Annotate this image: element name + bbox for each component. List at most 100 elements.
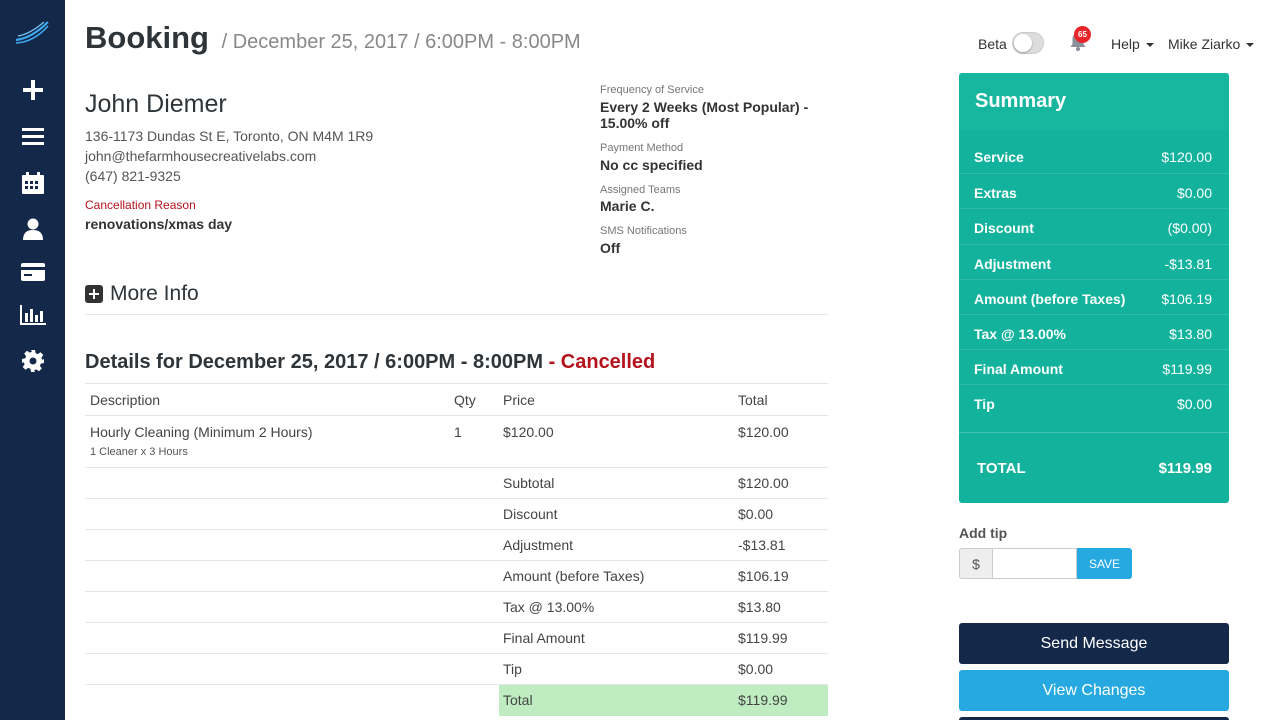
summary-row: Adjustment -$13.81 [959,243,1229,279]
chevron-down-icon [1246,43,1255,48]
assigned-teams-label: Assigned Teams [600,184,681,196]
summary-row-label: Amount (before Taxes) [974,290,1126,307]
summary-row-value: ($0.00) [1167,220,1212,237]
summary-row: Amount (before Taxes) $106.19 [959,278,1229,314]
item-price: $120.00 [503,424,554,440]
menu-icon [21,128,44,145]
sms-notifications-label: SMS Notifications [600,225,687,237]
summary-row-value: $119.99 [738,630,788,646]
add-tip-label: Add tip [959,525,1008,541]
payment-method-value: No cc specified [600,157,703,173]
more-info-label: More Info [110,282,199,305]
chevron-down-icon [1145,43,1154,48]
table-summary-row: Subtotal $120.00 [85,467,828,498]
logo-icon[interactable] [14,18,50,46]
summary-row-label: Adjustment [503,537,574,553]
sidebar-item-reports[interactable] [0,299,65,331]
sidebar-item-settings[interactable] [0,345,65,377]
summary-row-label: Subtotal [503,475,555,491]
summary-row-value: $13.80 [738,599,781,615]
summary-row-value: $13.80 [1169,326,1212,342]
sidebar [0,0,65,720]
summary-row-label: Tax @ 13.00% [974,326,1066,342]
view-changes-button[interactable]: View Changes [959,670,1229,711]
summary-total-divider [959,432,1229,433]
summary-row-label: Service [974,149,1024,165]
summary-row-value: -$13.81 [1164,255,1212,272]
customer-phone: (647) 821-9325 [85,168,181,184]
sidebar-item-add[interactable] [0,74,65,106]
summary-row-value: $0.00 [738,661,774,677]
table-row: Hourly Cleaning (Minimum 2 Hours) 1 Clea… [85,415,828,467]
page-title-text: Booking [85,20,209,55]
item-description: Hourly Cleaning (Minimum 2 Hours) [90,424,313,440]
section-divider [85,314,828,315]
payment-method-label: Payment Method [600,142,684,154]
help-menu[interactable]: Help [1111,36,1154,52]
summary-row-value: $106.19 [1161,290,1212,307]
summary-total-label: TOTAL [977,460,1026,477]
notification-badge: 65 [1074,26,1091,43]
sidebar-item-menu[interactable] [0,121,65,153]
more-info-toggle[interactable]: More Info [85,282,199,306]
summary-row-label: Discount [974,220,1034,237]
summary-row-label: Tax @ 13.00% [503,599,595,615]
frequency-value: Every 2 Weeks (Most Popular) - 15.00% of… [600,99,809,131]
summary-row-value: $106.19 [738,568,789,584]
gear-icon [21,350,44,372]
summary-row-value: $119.99 [738,692,788,708]
summary-total-value: $119.99 [1158,460,1212,477]
customer-address: 136-1173 Dundas St E, Toronto, ON M4M 1R… [85,128,374,144]
summary-row-value: $119.99 [1162,361,1212,378]
column-header-qty: Qty [454,392,476,408]
summary-title: Summary [975,90,1067,112]
item-sub-description: 1 Cleaner x 3 Hours [90,446,188,458]
table-header-row: Description Qty Price Total [85,383,828,415]
top-bar: Beta 65 Help Mike Ziarko [970,26,1270,58]
frequency-label: Frequency of Service [600,84,704,96]
table-summary-row: Total $119.99 [85,684,828,715]
summary-row-value: $0.00 [738,506,774,522]
assigned-teams-value: Marie C. [600,198,655,214]
summary-row: Extras $0.00 [959,173,1229,208]
sidebar-item-users[interactable] [0,213,65,245]
plus-icon [22,80,43,100]
summary-row-label: Amount (before Taxes) [503,568,645,584]
summary-row-label: Final Amount [974,361,1063,378]
table-summary-row: Tax @ 13.00% $13.80 [85,591,828,622]
summary-row-value: $120.00 [1161,149,1212,165]
plus-square-icon [85,285,103,303]
beta-toggle[interactable] [1012,32,1044,54]
save-tip-button[interactable]: SAVE [1077,548,1132,579]
summary-row-value: -$13.81 [738,537,786,553]
summary-row: Tax @ 13.00% $13.80 [959,314,1229,349]
user-icon [22,218,43,240]
item-total: $120.00 [738,424,789,440]
table-summary-row: Discount $0.00 [85,498,828,529]
details-status: - Cancelled [548,351,656,373]
summary-row-label: Discount [503,506,558,522]
summary-row-label: Total [503,692,533,708]
help-label: Help [1111,36,1140,52]
details-title-text: Details for December 25, 2017 / 6:00PM -… [85,351,543,373]
tip-amount-input[interactable] [993,548,1077,579]
sms-notifications-value: Off [600,240,621,256]
bar-chart-icon [19,305,46,325]
user-menu[interactable]: Mike Ziarko [1168,36,1255,52]
tip-input-group: $ SAVE [959,548,1132,579]
summary-row: Final Amount $119.99 [959,349,1229,384]
cancellation-reason-label: Cancellation Reason [85,198,196,212]
beta-label: Beta [978,36,1007,52]
send-message-button[interactable]: Send Message [959,623,1229,664]
summary-row: Service $120.00 [959,138,1229,173]
calendar-icon [21,172,44,194]
customer-email[interactable]: john@thefarmhousecreativelabs.com [85,148,316,164]
credit-card-icon [20,263,45,281]
summary-row-value: $0.00 [1176,185,1212,202]
summary-row: Tip $0.00 [959,384,1229,419]
summary-row-label: Final Amount [503,630,585,646]
column-header-total: Total [738,392,768,408]
sidebar-item-billing[interactable] [0,256,65,288]
summary-row-label: Tip [503,661,522,677]
sidebar-item-calendar[interactable] [0,167,65,199]
